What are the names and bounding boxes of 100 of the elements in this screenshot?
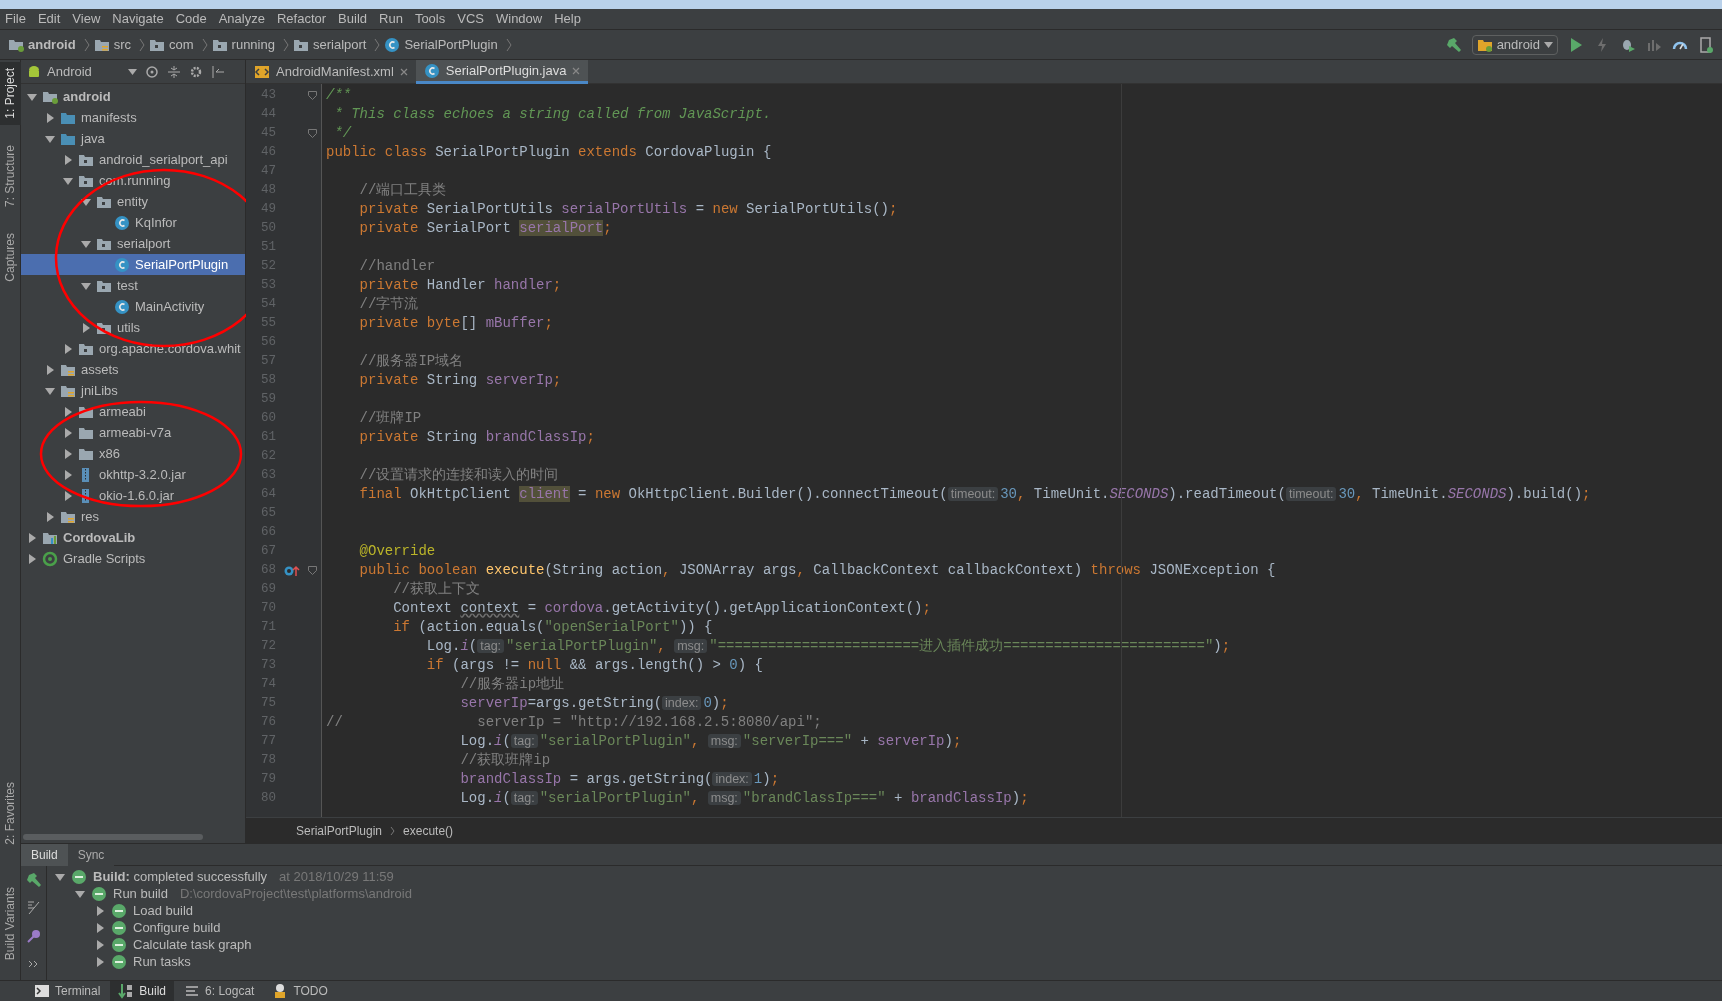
editor-tab[interactable]: SerialPortPlugin.java <box>415 60 589 84</box>
tree-item[interactable]: android <box>21 86 245 107</box>
tree-item[interactable]: test <box>21 275 245 296</box>
run-icon[interactable] <box>1568 36 1584 53</box>
expand-arrow-icon[interactable] <box>27 532 37 543</box>
tree-item[interactable]: Gradle Scripts <box>21 548 245 569</box>
menu-item[interactable]: Analyze <box>218 9 265 29</box>
tree-item[interactable]: x86 <box>21 443 245 464</box>
tool-window-tab[interactable]: TODO <box>264 980 336 1001</box>
expand-arrow-icon[interactable] <box>75 888 85 899</box>
expand-arrow-icon[interactable] <box>63 448 73 459</box>
expand-arrow-icon[interactable] <box>63 490 73 501</box>
menu-item[interactable]: Navigate <box>112 9 164 29</box>
tree-item[interactable]: CordovaLib <box>21 527 245 548</box>
tool-window-button[interactable]: 2: Favorites <box>0 776 21 851</box>
hammer-icon[interactable] <box>25 872 42 888</box>
expand-arrow-icon[interactable] <box>81 280 91 291</box>
expand-arrow-icon[interactable] <box>63 406 73 417</box>
expand-arrow-icon[interactable] <box>63 427 73 438</box>
expand-arrow-icon[interactable] <box>95 922 105 933</box>
expand-arrow-icon[interactable] <box>63 154 73 165</box>
tool-window-tab[interactable]: Build <box>110 980 175 1001</box>
breadcrumb-item[interactable]: SerialPortPlugin <box>296 821 383 840</box>
run-config-dropdown[interactable]: android <box>1471 34 1558 55</box>
menu-item[interactable]: File <box>5 9 26 29</box>
expand-arrow-icon[interactable] <box>45 364 55 375</box>
expand-arrow-icon[interactable] <box>95 905 105 916</box>
panel-tab[interactable]: Build <box>21 843 68 866</box>
override-icon[interactable] <box>284 564 300 577</box>
breadcrumb-item[interactable]: serialport <box>312 34 367 55</box>
pin-icon[interactable] <box>25 928 42 944</box>
tree-item[interactable]: entity <box>21 191 245 212</box>
tree-item[interactable]: org.apache.cordova.whit <box>21 338 245 359</box>
menu-item[interactable]: Window <box>495 9 543 29</box>
tree-item[interactable]: android_serialport_api <box>21 149 245 170</box>
tree-item[interactable]: okio-1.6.0.jar <box>21 485 245 506</box>
tree-item[interactable]: armeabi-v7a <box>21 422 245 443</box>
menu-item[interactable]: Edit <box>37 9 61 29</box>
expand-arrow-icon[interactable] <box>63 469 73 480</box>
expand-arrow-icon[interactable] <box>45 511 55 522</box>
expand-arrow-icon[interactable] <box>95 956 105 967</box>
breadcrumb-item[interactable]: src <box>113 34 131 55</box>
scrollbar[interactable] <box>23 834 203 840</box>
close-icon[interactable] <box>399 68 408 76</box>
expand-arrow-icon[interactable] <box>45 385 55 396</box>
breadcrumb-item[interactable]: execute() <box>403 821 454 840</box>
fold-icon[interactable] <box>308 566 317 575</box>
menu-item[interactable]: View <box>72 9 101 29</box>
tree-item[interactable]: serialport <box>21 233 245 254</box>
menu-item[interactable]: Code <box>175 9 207 29</box>
menu-item[interactable]: Tools <box>414 9 446 29</box>
breadcrumb-item[interactable]: com <box>169 34 194 55</box>
tool-window-button[interactable]: 1: Project <box>0 62 21 125</box>
menu-item[interactable]: VCS <box>457 9 484 29</box>
settings-icon[interactable] <box>189 64 203 79</box>
tree-item[interactable]: armeabi <box>21 401 245 422</box>
fold-icon[interactable] <box>308 91 317 100</box>
device-icon[interactable] <box>1698 36 1714 53</box>
tool-window-button[interactable]: Captures <box>0 226 21 288</box>
expand-arrow-icon[interactable] <box>55 871 65 882</box>
tree-item[interactable]: manifests <box>21 107 245 128</box>
expand-arrow-icon[interactable] <box>63 343 73 354</box>
expand-arrow-icon[interactable] <box>45 112 55 123</box>
hammer-icon[interactable] <box>1445 36 1462 53</box>
tool-window-button[interactable]: Build Variants <box>0 880 21 966</box>
chevron-icon <box>390 825 396 836</box>
fold-icon[interactable] <box>308 129 317 138</box>
expand-arrow-icon[interactable] <box>95 939 105 950</box>
expand-arrow-icon[interactable] <box>81 196 91 207</box>
tool-window-button[interactable]: 7: Structure <box>0 138 21 213</box>
collapse-icon[interactable] <box>167 64 181 79</box>
tree-item[interactable]: SerialPortPlugin <box>21 254 245 275</box>
tree-item[interactable]: assets <box>21 359 245 380</box>
code-line: /** <box>325 86 353 105</box>
target-icon[interactable] <box>145 64 159 79</box>
code-line: // serverIp = "http://192.168.2.5:8080/api"; <box>325 713 823 732</box>
tree-item[interactable]: java <box>21 128 245 149</box>
breadcrumb-item[interactable]: SerialPortPlugin <box>404 34 498 55</box>
tree-item[interactable]: utils <box>21 317 245 338</box>
expand-arrow-icon[interactable] <box>27 91 37 102</box>
menu-item[interactable]: Refactor <box>276 9 327 29</box>
menu-item[interactable]: Build <box>338 9 367 29</box>
tree-item[interactable]: MainActivity <box>21 296 245 317</box>
view-dropdown[interactable]: Android <box>27 61 137 82</box>
expand-arrow-icon[interactable] <box>27 553 37 564</box>
tool-window-tab[interactable]: Terminal <box>26 980 109 1001</box>
tree-item[interactable]: res <box>21 506 245 527</box>
menu-item[interactable]: Run <box>379 9 403 29</box>
tree-item[interactable]: okhttp-3.2.0.jar <box>21 464 245 485</box>
expand-arrow-icon[interactable] <box>81 322 91 333</box>
breadcrumb-item[interactable]: android <box>28 34 76 55</box>
editor-tab[interactable]: AndroidManifest.xml <box>246 60 416 84</box>
expand-arrow-icon[interactable] <box>63 175 73 186</box>
breadcrumb-item[interactable]: running <box>231 34 275 55</box>
expand-arrow-icon[interactable] <box>45 133 55 144</box>
tool-window-tab[interactable]: 6: Logcat <box>176 980 263 1001</box>
menu-item[interactable]: Help <box>554 9 581 29</box>
tree-item[interactable]: KqInfor <box>21 212 245 233</box>
tree-item[interactable]: jniLibs <box>21 380 245 401</box>
expand-arrow-icon[interactable] <box>81 238 91 249</box>
